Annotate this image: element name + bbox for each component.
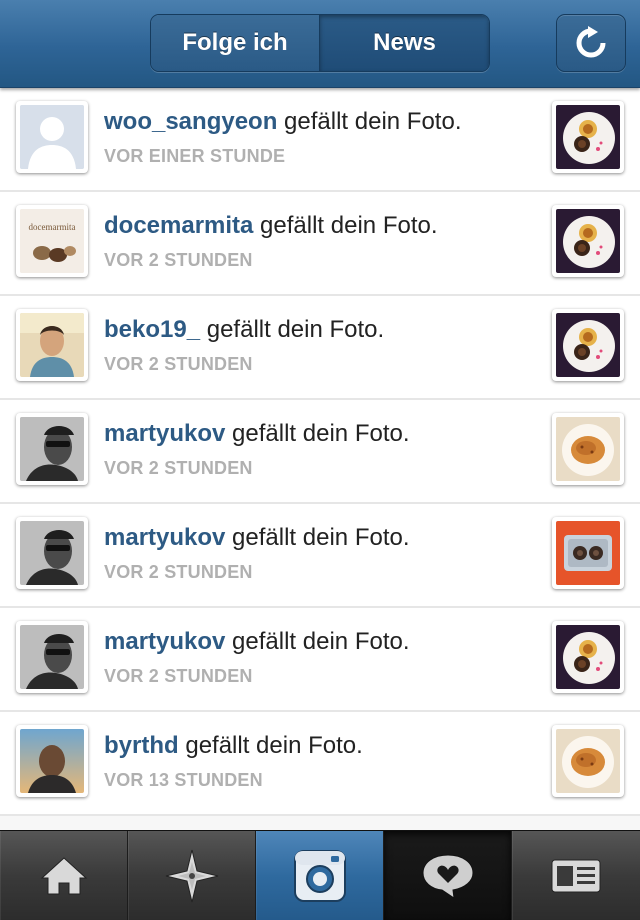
tab-profile[interactable] — [512, 831, 640, 920]
cake-photo-icon — [556, 625, 620, 689]
bottom-tab-bar — [0, 830, 640, 920]
avatar[interactable] — [16, 309, 88, 381]
sandwich-cookie-photo-icon — [556, 521, 620, 585]
timestamp: VOR 2 STUNDEN — [104, 250, 253, 270]
photo-thumbnail[interactable] — [552, 101, 624, 173]
list-item[interactable]: byrthd gefällt dein Foto. VOR 13 STUNDEN — [0, 712, 640, 816]
activity-action: gefällt dein Foto. — [277, 108, 462, 135]
avatar[interactable] — [16, 517, 88, 589]
list-item[interactable]: beko19_ gefällt dein Foto. VOR 2 STUNDEN — [0, 296, 640, 400]
activity-action: gefällt dein Foto. — [225, 420, 410, 447]
user-photo-icon — [20, 417, 84, 481]
user-photo-icon — [20, 313, 84, 377]
tab-news[interactable]: News — [320, 15, 489, 71]
home-icon — [40, 857, 87, 895]
activity-action: gefällt dein Foto. — [200, 316, 385, 343]
pastry-photo-icon — [556, 729, 620, 793]
user-photo-icon — [20, 521, 84, 585]
docemarmita-logo-icon: docemarmita — [20, 209, 84, 273]
tab-home[interactable] — [0, 831, 128, 920]
username-link[interactable]: docemarmita — [104, 212, 253, 239]
avatar[interactable] — [16, 413, 88, 485]
tab-news-activity[interactable] — [384, 831, 512, 920]
cake-photo-icon — [556, 105, 620, 169]
activity-action: gefällt dein Foto. — [178, 732, 363, 759]
user-photo-icon — [20, 625, 84, 689]
tab-explore[interactable] — [128, 831, 256, 920]
username-link[interactable]: beko19_ — [104, 316, 200, 343]
activity-text: martyukov gefällt dein Foto. — [104, 628, 410, 656]
avatar[interactable] — [16, 621, 88, 693]
activity-action: gefällt dein Foto. — [225, 628, 410, 655]
list-item[interactable]: docemarmita docemarmita gefällt dein Fot… — [0, 192, 640, 296]
top-navigation-bar: Folge ich News — [0, 0, 640, 88]
default-user-icon — [20, 105, 84, 169]
avatar[interactable] — [16, 101, 88, 173]
timestamp: VOR 13 STUNDEN — [104, 770, 263, 790]
avatar-brand-text: docemarmita — [29, 222, 76, 232]
cake-photo-icon — [556, 209, 620, 273]
cake-photo-icon — [556, 313, 620, 377]
timestamp: VOR 2 STUNDEN — [104, 562, 253, 582]
avatar[interactable] — [16, 725, 88, 797]
camera-icon — [293, 850, 346, 902]
refresh-icon — [576, 26, 606, 58]
profile-icon — [551, 859, 601, 893]
timestamp: VOR 2 STUNDEN — [104, 666, 253, 686]
timestamp: VOR 2 STUNDEN — [104, 354, 253, 374]
timestamp: VOR 2 STUNDEN — [104, 458, 253, 478]
news-heart-bubble-icon — [421, 854, 474, 900]
activity-action: gefällt dein Foto. — [253, 212, 438, 239]
username-link[interactable]: martyukov — [104, 628, 225, 655]
refresh-button[interactable] — [556, 14, 626, 72]
activity-text: martyukov gefällt dein Foto. — [104, 420, 410, 448]
list-item[interactable]: martyukov gefällt dein Foto. VOR 2 STUND… — [0, 504, 640, 608]
tab-camera[interactable] — [256, 831, 384, 920]
username-link[interactable]: byrthd — [104, 732, 179, 759]
list-item[interactable]: martyukov gefällt dein Foto. VOR 2 STUND… — [0, 608, 640, 712]
username-link[interactable]: woo_sangyeon — [104, 108, 277, 135]
photo-thumbnail[interactable] — [552, 517, 624, 589]
feed-segmented-control: Folge ich News — [150, 14, 490, 72]
activity-text: martyukov gefällt dein Foto. — [104, 524, 410, 552]
explore-icon — [165, 849, 218, 903]
list-item[interactable]: woo_sangyeon gefällt dein Foto. VOR EINE… — [0, 88, 640, 192]
tab-following[interactable]: Folge ich — [151, 15, 320, 71]
photo-thumbnail[interactable] — [552, 309, 624, 381]
activity-text: woo_sangyeon gefällt dein Foto. — [104, 108, 462, 136]
news-feed-list: woo_sangyeon gefällt dein Foto. VOR EINE… — [0, 88, 640, 830]
activity-text: byrthd gefällt dein Foto. — [104, 732, 363, 760]
user-photo-icon — [20, 729, 84, 793]
timestamp: VOR EINER STUNDE — [104, 146, 286, 166]
list-item[interactable]: martyukov gefällt dein Foto. VOR 2 STUND… — [0, 400, 640, 504]
pastry-photo-icon — [556, 417, 620, 481]
username-link[interactable]: martyukov — [104, 420, 225, 447]
activity-text: docemarmita gefällt dein Foto. — [104, 212, 438, 240]
activity-text: beko19_ gefällt dein Foto. — [104, 316, 384, 344]
photo-thumbnail[interactable] — [552, 205, 624, 277]
avatar[interactable]: docemarmita — [16, 205, 88, 277]
photo-thumbnail[interactable] — [552, 621, 624, 693]
photo-thumbnail[interactable] — [552, 413, 624, 485]
username-link[interactable]: martyukov — [104, 524, 225, 551]
photo-thumbnail[interactable] — [552, 725, 624, 797]
activity-action: gefällt dein Foto. — [225, 524, 410, 551]
